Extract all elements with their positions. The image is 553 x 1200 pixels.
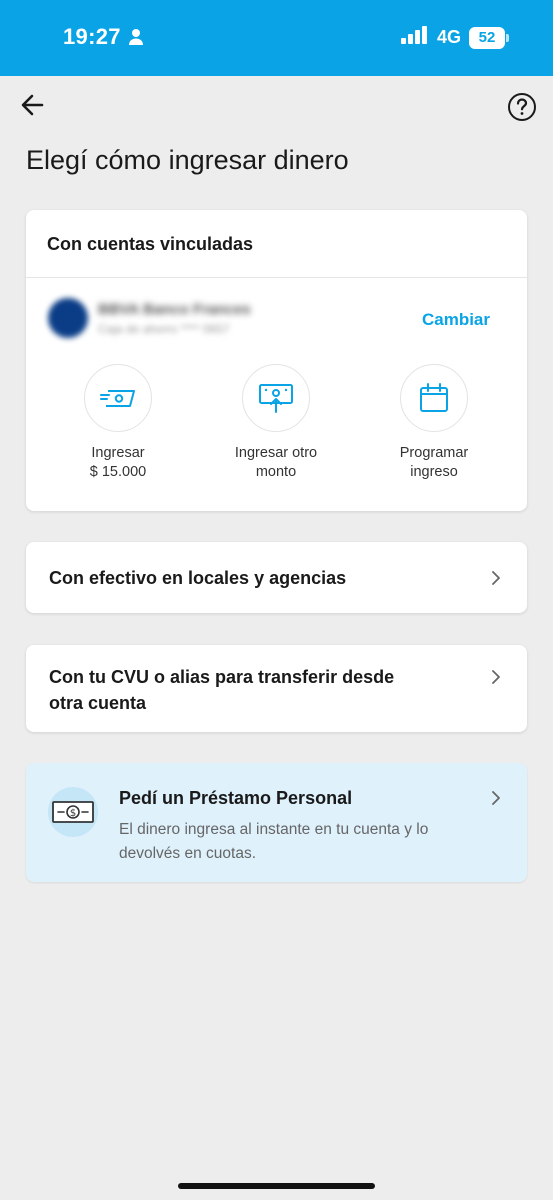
svg-text:$: $ bbox=[70, 808, 76, 819]
bank-logo bbox=[48, 298, 88, 338]
cvu-option-line1: Con tu CVU o alias para transferir desde bbox=[49, 667, 395, 687]
action-label-line1: Ingresar bbox=[91, 445, 145, 461]
chevron-right-icon bbox=[492, 791, 500, 805]
bank-name: BBVA Banco Frances bbox=[98, 301, 251, 318]
cash-option[interactable]: Con efectivo en locales y agencias bbox=[26, 542, 527, 613]
deposit-bill-icon bbox=[242, 364, 310, 432]
change-account-button[interactable]: Cambiar bbox=[422, 310, 490, 330]
signal-icon bbox=[400, 26, 429, 49]
person-icon bbox=[128, 28, 144, 51]
deposit-other-amount-button[interactable]: Ingresar otro monto bbox=[206, 364, 346, 482]
linked-accounts-card: Con cuentas vinculadas BBVA Banco France… bbox=[26, 210, 527, 511]
loan-title: Pedí un Préstamo Personal bbox=[119, 788, 353, 808]
chevron-right-icon bbox=[492, 570, 500, 585]
money-bill-icon: $ bbox=[48, 787, 98, 837]
battery-icon: 52 bbox=[469, 26, 509, 49]
bank-account-row: BBVA Banco Frances Caja de ahorro **** 0… bbox=[26, 278, 527, 364]
question-circle-icon[interactable] bbox=[507, 92, 537, 122]
linked-actions: Ingresar $ 15.000 Ingresar otro monto Pr… bbox=[26, 364, 527, 511]
status-time: 19:27 bbox=[63, 24, 121, 49]
network-type: 4G bbox=[436, 27, 461, 47]
schedule-deposit-button[interactable]: Programar ingreso bbox=[364, 364, 504, 482]
home-indicator[interactable] bbox=[178, 1183, 375, 1189]
cvu-option-line2: otra cuenta bbox=[49, 693, 147, 713]
cash-option-label: Con efectivo en locales y agencias bbox=[49, 567, 347, 588]
bank-account-detail: Caja de ahorro **** 0657 bbox=[98, 322, 230, 336]
page-title: Elegí cómo ingresar dinero bbox=[26, 145, 349, 175]
chevron-right-icon bbox=[492, 670, 500, 684]
action-label-line2: $ 15.000 bbox=[89, 464, 147, 480]
loan-description: El dinero ingresa al instante en tu cuen… bbox=[119, 821, 429, 862]
personal-loan-option[interactable]: $ Pedí un Préstamo Personal El dinero in… bbox=[26, 763, 527, 882]
action-label-line2: monto bbox=[255, 464, 297, 480]
status-indicators: 4G 52 bbox=[400, 26, 509, 49]
cvu-alias-option[interactable]: Con tu CVU o alias para transferir desde… bbox=[26, 645, 527, 732]
linked-accounts-header: Con cuentas vinculadas bbox=[26, 210, 527, 278]
arrow-left-icon[interactable] bbox=[20, 92, 46, 118]
deposit-preset-button[interactable]: Ingresar $ 15.000 bbox=[48, 364, 188, 482]
action-label-line1: Ingresar otro bbox=[234, 445, 318, 461]
status-bar: 19:27 4G 52 bbox=[0, 0, 553, 76]
action-label-line2: ingreso bbox=[410, 464, 458, 480]
cvu-option-label: Con tu CVU o alias para transferir desde… bbox=[49, 664, 394, 716]
action-label-line1: Programar bbox=[399, 445, 469, 461]
cash-transfer-icon bbox=[84, 364, 152, 432]
calendar-icon bbox=[400, 364, 468, 432]
